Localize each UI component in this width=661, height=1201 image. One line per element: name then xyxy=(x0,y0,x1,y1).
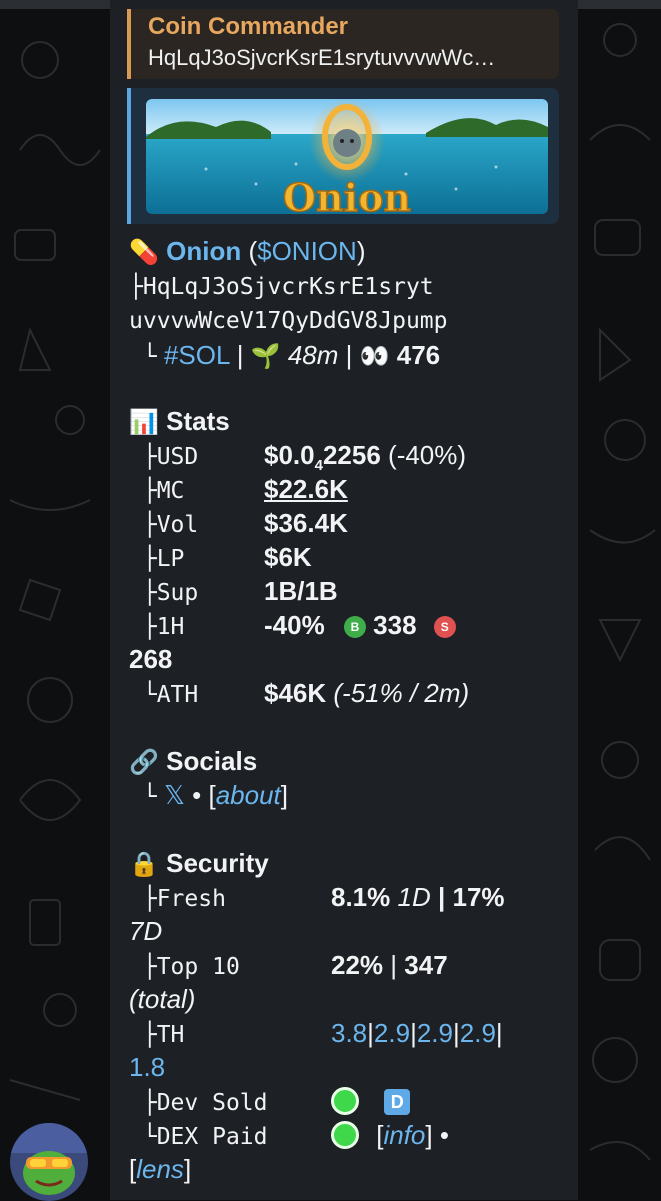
fresh-7d-unit: 7D xyxy=(129,916,163,946)
address-line-1[interactable]: ├HqLqJ3oSjvcrKsrE1sryt xyxy=(129,270,434,304)
market-cap-value[interactable]: $22.6K xyxy=(264,472,348,506)
security-th-row: ├TH 3.8|2.9|2.9|2.9| xyxy=(129,1016,503,1052)
1h-change: -40% xyxy=(264,610,325,640)
vol-label: ├Vol xyxy=(129,512,199,538)
security-top10-row: ├Top 10 22% | 347 xyxy=(129,948,448,984)
dex-paid-label: └DEX Paid xyxy=(129,1124,268,1150)
socials-heading: 🔗 Socials xyxy=(129,744,257,780)
stats-heading: 📊 Stats xyxy=(129,404,230,440)
pill-icon: 💊 xyxy=(129,239,159,266)
stats-lp-row: ├LP $6K xyxy=(129,540,312,576)
link-icon: 🔗 xyxy=(129,749,159,776)
eyes-icon: 👀 xyxy=(359,343,390,370)
token-age: 48m xyxy=(287,340,339,370)
separator: | xyxy=(345,340,353,370)
supply-label: ├Sup xyxy=(129,580,199,606)
mc-label: ├MC xyxy=(129,478,185,504)
stats-title: Stats xyxy=(166,406,230,436)
lens-bracket: [lens] xyxy=(129,1154,192,1184)
token-header: 💊 Onion ($ONION) xyxy=(129,234,365,270)
ath-detail: (-51% / 2m) xyxy=(333,678,470,708)
1h-values: -40% B 338 S xyxy=(264,608,456,642)
info-link[interactable]: info xyxy=(383,1120,425,1150)
top10-label: ├Top 10 xyxy=(129,954,240,980)
holder-link[interactable]: 1.8 xyxy=(129,1050,165,1084)
chain-hashtag-link[interactable]: #SOL xyxy=(164,340,230,370)
buy-badge-icon: B xyxy=(343,616,366,638)
liquidity-value: $6K xyxy=(264,542,312,572)
dev-sold-values: D xyxy=(331,1084,411,1118)
sprout-icon: 🌱 xyxy=(250,343,281,370)
top10-values: 22% | 347 xyxy=(331,950,448,980)
usd-change: (-40%) xyxy=(388,440,467,470)
security-fresh-row: ├Fresh 8.1% 1D | 17% xyxy=(129,880,505,916)
view-count: 476 xyxy=(396,340,441,370)
bullet: • xyxy=(192,780,202,810)
bullet: • xyxy=(439,1120,449,1150)
reply-sender-name: Coin Commander xyxy=(148,13,349,40)
dev-badge-icon[interactable]: D xyxy=(384,1089,411,1115)
lock-icon: 🔒 xyxy=(129,851,159,878)
holder-link[interactable]: 2.9 xyxy=(374,1018,410,1048)
x-link[interactable]: 𝕏 xyxy=(164,780,185,810)
link-preview[interactable]: Onion xyxy=(127,88,559,224)
stats-1h-row: ├1H -40% B 338 S xyxy=(129,608,456,644)
token-ticker: ($ONION) xyxy=(248,236,366,266)
holder-link[interactable]: 2.9 xyxy=(460,1018,496,1048)
lp-label: ├LP xyxy=(129,546,185,572)
usd-label: ├USD xyxy=(129,444,199,470)
green-check-icon xyxy=(331,1121,359,1149)
stats-vol-row: ├Vol $36.4K xyxy=(129,506,348,542)
tree-corner: └ xyxy=(129,784,157,810)
socials-row: └ 𝕏 • [about] xyxy=(129,778,288,814)
ath-value: $46K xyxy=(264,678,327,708)
reply-quote[interactable]: Coin Commander HqLqJ3oSjvcrKsrE1srytuvvv… xyxy=(127,9,559,79)
bar-chart-icon: 📊 xyxy=(129,409,159,436)
top10-total: (total) xyxy=(129,984,196,1014)
banner-text: Onion xyxy=(283,175,411,214)
fresh-values: 8.1% 1D | 17% xyxy=(331,882,505,912)
holder-link[interactable]: 3.8 xyxy=(331,1018,367,1048)
top-holder-values: 3.8|2.9|2.9|2.9| xyxy=(331,1018,503,1048)
ath-values: $46K (-51% / 2m) xyxy=(264,676,469,710)
socials-title: Socials xyxy=(166,746,258,776)
ath-label: └ATH xyxy=(129,682,199,708)
dev-sold-label: ├Dev Sold xyxy=(129,1090,268,1116)
token-name-link[interactable]: Onion xyxy=(166,236,241,266)
sell-count: 268 xyxy=(129,644,173,674)
reply-text: HqLqJ3oSjvcrKsrE1srytuvvvwWc… xyxy=(148,45,496,70)
token-meta-row: └ #SOL | 🌱 48m | 👀 476 xyxy=(129,338,440,374)
buy-count: 338 xyxy=(373,610,417,640)
green-check-icon xyxy=(331,1087,359,1115)
dex-paid-values: [info] • xyxy=(331,1118,449,1152)
stats-usd-row: ├USD $0.042256 (-40%) xyxy=(129,438,466,474)
about-link[interactable]: about xyxy=(216,780,281,810)
lens-link[interactable]: lens xyxy=(136,1154,184,1184)
address-line-2[interactable]: uvvvwWceV17QyDdGV8Jpump xyxy=(129,304,448,338)
ticker-link[interactable]: $ONION xyxy=(257,236,357,266)
stats-supply-row: ├Sup 1B/1B xyxy=(129,574,338,610)
th-label: ├TH xyxy=(129,1022,185,1048)
security-dev-row: ├Dev Sold D xyxy=(129,1084,411,1120)
preview-banner-image[interactable]: Onion xyxy=(146,99,548,214)
security-dex-row: └DEX Paid [info] • xyxy=(129,1118,449,1154)
about-bracket: [about] xyxy=(208,780,289,810)
tree-corner: └ xyxy=(129,344,157,370)
sender-avatar[interactable] xyxy=(10,1123,88,1201)
security-title: Security xyxy=(166,848,269,878)
stats-ath-row: └ATH $46K (-51% / 2m) xyxy=(129,676,469,712)
supply-value: 1B/1B xyxy=(264,576,338,606)
1h-label: ├1H xyxy=(129,614,185,640)
info-bracket: [info] xyxy=(376,1120,433,1150)
separator: | xyxy=(236,340,244,370)
sell-badge-icon: S xyxy=(433,616,456,638)
security-heading: 🔒 Security xyxy=(129,846,269,882)
fresh-label: ├Fresh xyxy=(129,886,226,912)
holder-link[interactable]: 2.9 xyxy=(417,1018,453,1048)
stats-mc-row: ├MC $22.6K xyxy=(129,472,348,508)
volume-value: $36.4K xyxy=(264,508,348,538)
